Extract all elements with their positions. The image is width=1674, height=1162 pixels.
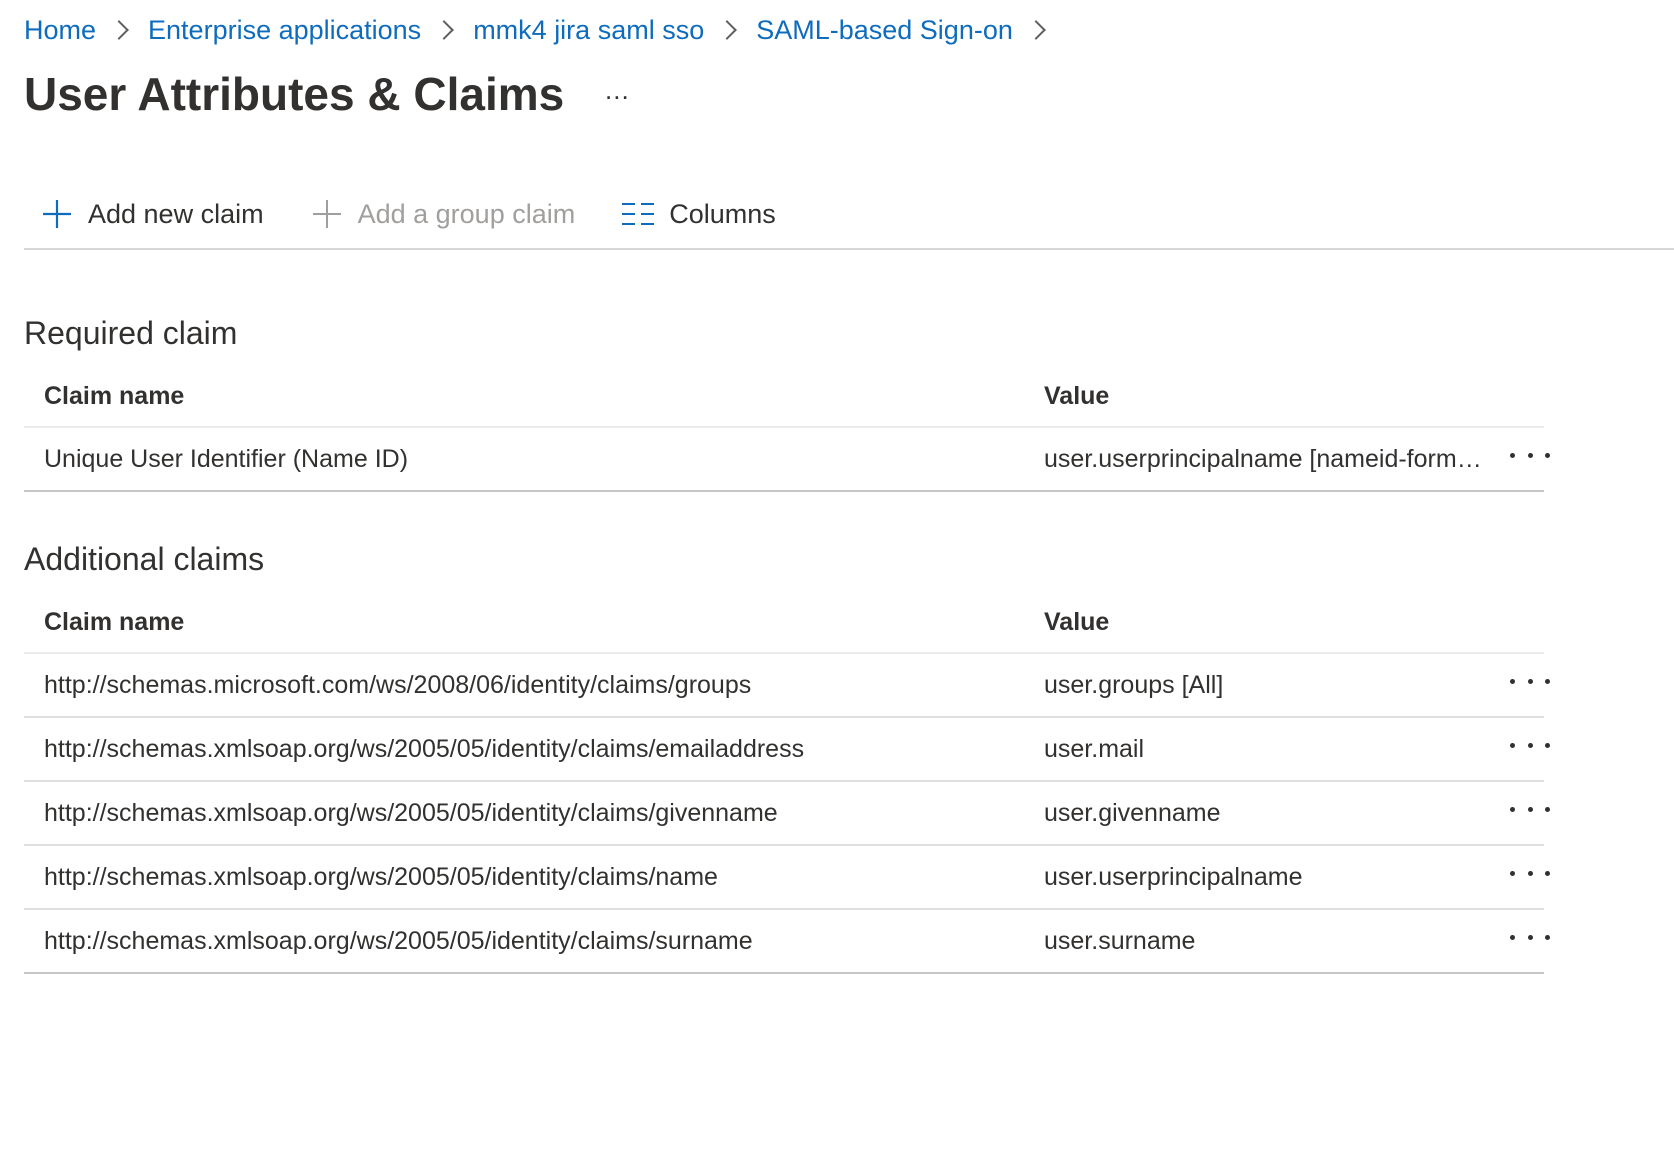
claim-name: http://schemas.xmlsoap.org/ws/2005/05/id… xyxy=(44,926,753,955)
more-icon[interactable] xyxy=(1510,440,1550,470)
plus-icon xyxy=(43,200,71,228)
breadcrumb-home[interactable]: Home xyxy=(24,12,96,48)
more-icon[interactable] xyxy=(1510,730,1550,760)
columns-label: Columns xyxy=(669,198,776,229)
breadcrumb-saml-sign-on[interactable]: SAML-based Sign-on xyxy=(756,12,1013,48)
chevron-right-icon xyxy=(434,20,455,40)
chevron-right-icon xyxy=(109,20,129,40)
page-title: User Attributes & Claims xyxy=(24,68,565,120)
table-row[interactable]: http://schemas.xmlsoap.org/ws/2005/05/id… xyxy=(24,846,1550,910)
claim-value: user.mail xyxy=(1044,734,1145,763)
table-header: Claim name Value xyxy=(24,366,1544,428)
more-icon[interactable] xyxy=(1510,794,1550,824)
columns-button[interactable]: Columns xyxy=(605,184,776,244)
claim-name: http://schemas.microsoft.com/ws/2008/06/… xyxy=(44,670,752,699)
table-row[interactable]: http://schemas.xmlsoap.org/ws/2005/05/id… xyxy=(24,910,1550,974)
breadcrumb-enterprise-applications[interactable]: Enterprise applications xyxy=(148,12,421,48)
column-header-claim-name: Claim name xyxy=(44,381,185,410)
plus-icon xyxy=(312,200,341,228)
claim-name: Unique User Identifier (Name ID) xyxy=(44,444,409,473)
columns-icon xyxy=(622,203,655,225)
column-header-value: Value xyxy=(1044,607,1110,636)
claim-value: user.groups [All] xyxy=(1044,670,1224,699)
claim-name: http://schemas.xmlsoap.org/ws/2005/05/id… xyxy=(44,798,778,827)
more-icon[interactable] xyxy=(1510,858,1550,888)
more-icon[interactable] xyxy=(1510,666,1550,696)
additional-claims-heading: Additional claims xyxy=(24,541,265,577)
claim-value: user.surname xyxy=(1044,926,1196,955)
required-claims-table: Claim name Value Unique User Identifier … xyxy=(24,366,1550,492)
additional-claims-table: Claim name Value http://schemas.microsof… xyxy=(24,592,1550,974)
add-group-claim-label: Add a group claim xyxy=(357,198,576,229)
more-icon[interactable] xyxy=(1510,922,1550,952)
chevron-right-icon xyxy=(1025,20,1046,40)
claim-value: user.userprincipalname xyxy=(1044,862,1303,891)
table-row[interactable]: http://schemas.xmlsoap.org/ws/2005/05/id… xyxy=(24,718,1550,782)
claim-value: user.userprincipalname [nameid-format:em… xyxy=(1044,444,1492,473)
required-claim-heading: Required claim xyxy=(24,315,238,351)
claim-value: user.givenname xyxy=(1044,798,1221,827)
add-new-claim-label: Add new claim xyxy=(88,198,264,229)
breadcrumb: Home Enterprise applications mmk4 jira s… xyxy=(24,12,1065,48)
claim-name: http://schemas.xmlsoap.org/ws/2005/05/id… xyxy=(44,734,805,763)
command-bar: Add new claim Add a group claim Columns xyxy=(24,184,1674,250)
more-options-button[interactable]: ... xyxy=(605,75,630,105)
add-group-claim-button[interactable]: Add a group claim xyxy=(294,184,576,244)
chevron-right-icon xyxy=(717,20,738,40)
table-row[interactable]: http://schemas.microsoft.com/ws/2008/06/… xyxy=(24,654,1550,718)
table-header: Claim name Value xyxy=(24,592,1544,654)
claim-name: http://schemas.xmlsoap.org/ws/2005/05/id… xyxy=(44,862,718,891)
table-row[interactable]: http://schemas.xmlsoap.org/ws/2005/05/id… xyxy=(24,782,1550,846)
column-header-value: Value xyxy=(1044,381,1110,410)
table-row[interactable]: Unique User Identifier (Name ID) user.us… xyxy=(24,428,1550,492)
column-header-claim-name: Claim name xyxy=(44,607,185,636)
breadcrumb-app[interactable]: mmk4 jira saml sso xyxy=(473,12,704,48)
add-new-claim-button[interactable]: Add new claim xyxy=(24,184,264,244)
